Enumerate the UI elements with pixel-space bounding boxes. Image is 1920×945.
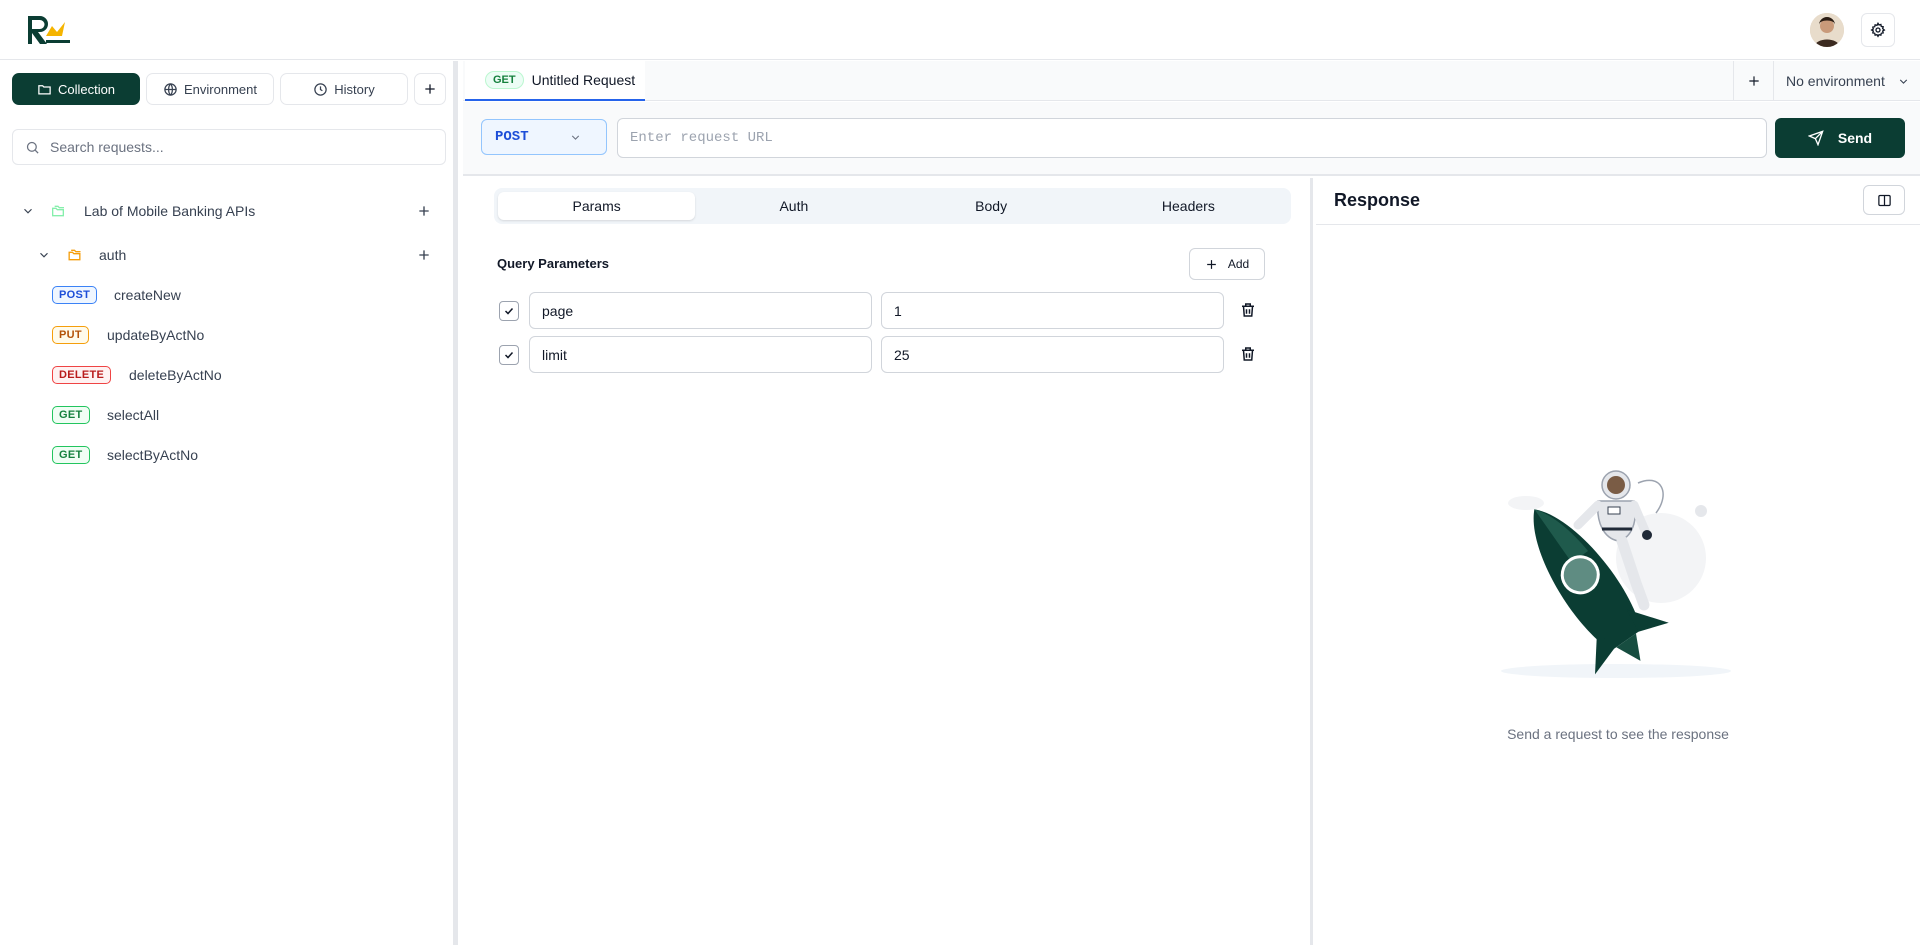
search-icon [26,141,39,154]
tab-untitled-request[interactable]: GET Untitled Request [465,61,645,101]
environment-select[interactable]: No environment [1773,61,1920,101]
add-label: Add [1227,257,1250,271]
plus-icon [1206,259,1216,269]
folder-name: auth [99,247,127,263]
request-name: selectByActNo [107,447,199,463]
query-parameters-title: Query Parameters [497,256,610,271]
trash-icon[interactable] [1239,345,1257,363]
user-avatar[interactable] [1810,13,1844,47]
new-tab-button[interactable] [1733,61,1773,101]
top-bar [0,0,1920,60]
param-key-input[interactable] [529,336,872,373]
method-badge: GET [52,406,90,424]
request-item[interactable]: POST createNew [0,275,458,315]
request-name: updateByActNo [107,327,205,343]
tab-collection[interactable]: Collection [12,73,140,105]
plus-icon [425,84,435,94]
request-tab-bar: GET Untitled Request No environment [463,61,1920,101]
request-item[interactable]: DELETE deleteByActNo [0,355,458,395]
plus-icon [1748,76,1759,86]
check-icon [504,351,514,359]
sidebar-tabs: Collection Environment History [12,73,446,105]
method-pill: GET [485,71,524,89]
add-to-folder-icon[interactable] [416,247,432,263]
request-tabs: Params Auth Body Headers [494,188,1291,224]
request-item[interactable]: GET selectAll [0,395,458,435]
chevron-down-icon [571,134,579,140]
send-label: Send [1837,130,1873,146]
search-input[interactable] [50,139,430,155]
settings-button[interactable] [1861,13,1895,47]
globe-icon [164,82,177,96]
chevron-down-icon[interactable] [21,204,35,218]
gear-icon [1870,22,1886,38]
tab-body[interactable]: Body [893,192,1090,220]
send-icon [1807,130,1824,146]
param-value-input[interactable] [881,292,1224,329]
tab-environment[interactable]: Environment [146,73,274,105]
method-value: POST [495,129,529,145]
tab-auth[interactable]: Auth [695,192,892,220]
add-to-collection-icon[interactable] [416,203,432,219]
trash-icon[interactable] [1239,301,1257,319]
collection-name: Lab of Mobile Banking APIs [84,203,256,219]
new-collection-button[interactable] [414,73,446,105]
response-header: Response [1316,178,1920,225]
tab-params[interactable]: Params [498,192,696,220]
url-bar: POST Send [463,102,1920,176]
app-logo[interactable] [26,14,72,46]
param-checkbox[interactable] [499,345,519,365]
param-row [496,336,1276,374]
chevron-down-icon [1899,78,1907,84]
param-value-input[interactable] [881,336,1224,373]
tab-history[interactable]: History [280,73,408,105]
folder-row[interactable]: auth [0,235,458,275]
check-icon [504,307,514,315]
folder-icon [38,84,51,94]
search-box [12,129,446,165]
param-checkbox[interactable] [499,301,519,321]
chevron-down-icon[interactable] [37,248,51,262]
rocket-astronaut-illustration [1501,470,1731,678]
request-item[interactable]: GET selectByActNo [0,435,458,475]
environment-value: No environment [1786,73,1885,89]
response-empty-message: Send a request to see the response [1507,726,1729,742]
tab-title: Untitled Request [531,72,636,88]
method-badge: POST [52,286,98,304]
response-panel: Response Send a request to see the respo… [1316,178,1920,945]
request-item[interactable]: PUT updateByActNo [0,315,458,355]
collection-row[interactable]: Lab of Mobile Banking APIs [0,191,458,231]
split-panel-icon [1877,194,1891,206]
param-row [496,292,1276,330]
toggle-layout-button[interactable] [1863,185,1905,215]
method-select[interactable]: POST [481,119,607,155]
collection-folder-icon [52,205,64,217]
request-panel: Params Auth Body Headers Query Parameter… [463,178,1313,945]
request-name: selectAll [107,407,160,423]
sidebar: Collection Environment History Lab of Mo… [0,61,458,945]
request-name: createNew [114,287,181,303]
request-name: deleteByActNo [129,367,222,383]
response-title: Response [1334,190,1421,210]
method-badge: GET [52,446,90,464]
url-input[interactable] [617,118,1767,158]
param-key-input[interactable] [529,292,872,329]
method-badge: PUT [52,326,89,344]
add-param-button[interactable]: Add [1189,248,1265,280]
method-badge: DELETE [52,366,112,384]
folder-icon [68,249,81,261]
send-button[interactable]: Send [1775,118,1905,158]
tab-headers[interactable]: Headers [1090,192,1287,220]
clock-icon [314,82,328,96]
